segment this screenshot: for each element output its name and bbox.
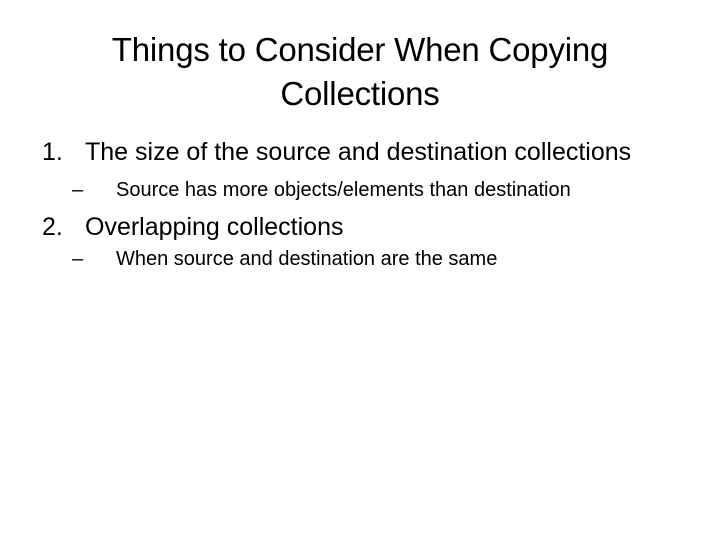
bullet-item-2: 2. Overlapping collections xyxy=(42,211,662,244)
bullet-text: The size of the source and destination c… xyxy=(85,138,632,166)
sub-bullet-text: When source and destination are the same xyxy=(116,248,498,270)
sub-bullet-item-2-1: – When source and destination are the sa… xyxy=(72,244,662,274)
bullet-text: Overlapping collections xyxy=(85,213,344,241)
sub-bullet-text: Source has more objects/elements than de… xyxy=(116,179,571,201)
dash-marker: – xyxy=(72,179,84,201)
bullet-number: 1. xyxy=(42,138,63,166)
dash-marker: – xyxy=(72,248,84,270)
bullet-number: 2. xyxy=(42,213,63,241)
sub-bullet-item-1-1: – Source has more objects/elements than … xyxy=(72,175,662,205)
bullet-item-1: 1. The size of the source and destinatio… xyxy=(42,136,662,169)
slide-title: Things to Consider When Copying Collecti… xyxy=(111,31,609,112)
slide-body: 1. The size of the source and destinatio… xyxy=(42,136,662,274)
slide: Things to Consider When Copying Collecti… xyxy=(0,0,720,540)
